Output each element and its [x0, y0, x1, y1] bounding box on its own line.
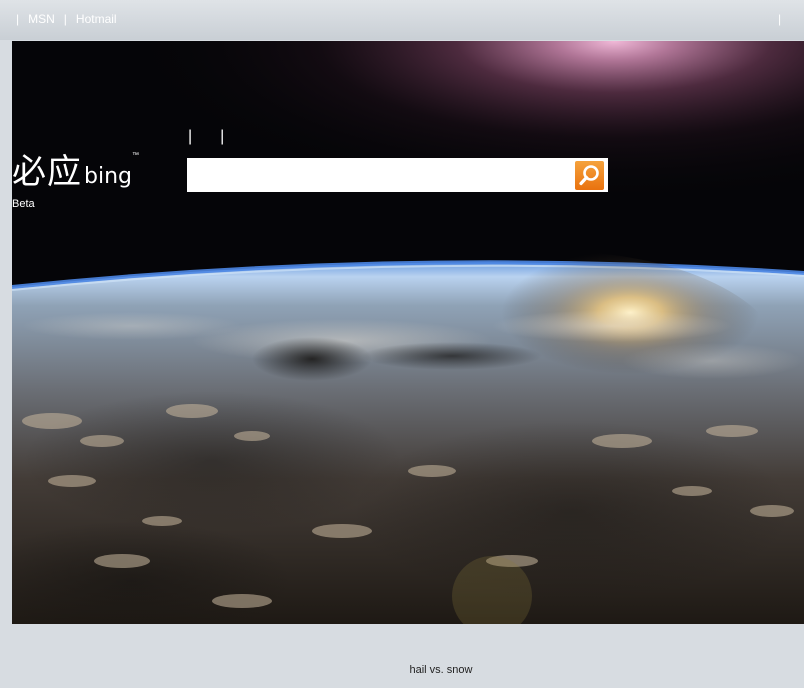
nav-separator: |: [63, 12, 67, 26]
trending-query: hail vs. snow: [0, 664, 804, 676]
search-box: [187, 158, 608, 192]
search-scope-tabs: | |: [188, 128, 252, 146]
logo-chinese-characters: 必应: [12, 152, 82, 192]
earth-from-space-image: [12, 41, 804, 624]
logo-beta-label: Beta: [12, 198, 35, 210]
bing-logo[interactable]: 必应bing™ Beta: [12, 152, 139, 210]
search-button[interactable]: [575, 161, 604, 190]
top-nav-links: | MSN | Hotmail: [16, 12, 117, 26]
nav-separator-right: |: [778, 12, 782, 26]
top-navigation-bar: | MSN | Hotmail |: [0, 0, 804, 40]
nav-separator: |: [16, 12, 20, 26]
bing-homepage: | MSN | Hotmail | 必应bing™ Beta | | hail …: [0, 0, 804, 688]
trending-query-link[interactable]: hail vs. snow: [410, 664, 473, 676]
logo-trademark: ™: [132, 152, 139, 159]
logo-wordmark: bing: [84, 164, 132, 189]
nav-link-hotmail[interactable]: Hotmail: [76, 12, 117, 26]
page-footer: hail vs. snow: [0, 624, 804, 688]
search-input[interactable]: [187, 158, 570, 192]
nav-link-msn[interactable]: MSN: [28, 12, 55, 26]
homepage-background-image: [12, 41, 804, 624]
search-icon: [579, 165, 599, 186]
scope-separator: |: [220, 128, 225, 145]
scope-separator: |: [188, 128, 193, 145]
